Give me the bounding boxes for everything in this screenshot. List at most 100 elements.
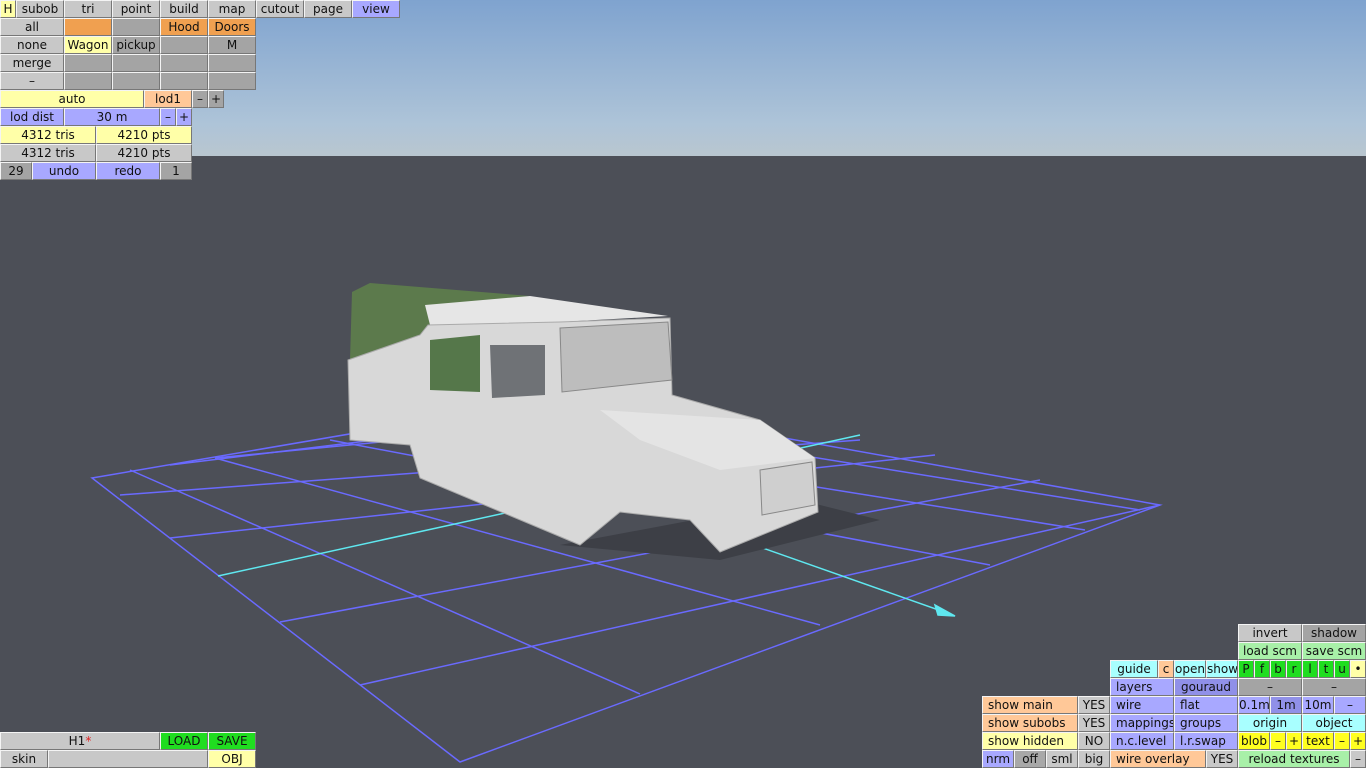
show-subobs-toggle[interactable]: YES [1078,714,1110,732]
subob-slot[interactable] [160,72,208,90]
gouraud-button[interactable]: gouraud [1174,678,1238,696]
open-button[interactable]: open [1174,660,1206,678]
size-nrm-button[interactable]: nrm [982,750,1014,768]
c-button[interactable]: c [1158,660,1174,678]
tab-view[interactable]: view [352,0,400,18]
redo-button[interactable]: redo [96,162,160,180]
subob-slot[interactable] [64,72,112,90]
lod-plus-button[interactable]: + [208,90,224,108]
wire-button[interactable]: wire [1110,696,1174,714]
dash-button[interactable]: – [1238,678,1302,696]
tab-point[interactable]: point [112,0,160,18]
grid-0-1m-button[interactable]: 0.1m [1238,696,1270,714]
undo-button[interactable]: undo [32,162,96,180]
vehicle-window-front [490,345,545,398]
view-u-button[interactable]: u [1334,660,1350,678]
origin-button[interactable]: origin [1238,714,1302,732]
load-button[interactable]: LOAD [160,732,208,750]
obj-button[interactable]: OBJ [208,750,256,768]
subob-slot[interactable] [208,54,256,72]
tab-page[interactable]: page [304,0,352,18]
tab-map[interactable]: map [208,0,256,18]
show-hidden-label: show hidden [982,732,1078,750]
file-name[interactable]: H1* [0,732,160,750]
subob-slot[interactable] [160,36,208,54]
view-l-button[interactable]: l [1302,660,1318,678]
dash-button[interactable]: – [1302,678,1366,696]
reload-minus-button[interactable]: – [1350,750,1366,768]
groups-button[interactable]: groups [1174,714,1238,732]
lod-dist-minus-button[interactable]: – [160,108,176,126]
size-off-button[interactable]: off [1014,750,1046,768]
subob-slot[interactable] [64,54,112,72]
subob-slot[interactable] [112,18,160,36]
save-scm-button[interactable]: save scm [1302,642,1366,660]
invert-button[interactable]: invert [1238,624,1302,642]
dash-button[interactable]: – [0,72,64,90]
vehicle-model [347,283,880,560]
tab-tri[interactable]: tri [64,0,112,18]
mappings-button[interactable]: mappings [1110,714,1174,732]
skin-input[interactable] [48,750,208,768]
view-dot-button[interactable]: • [1350,660,1366,678]
blob-plus-button[interactable]: + [1286,732,1302,750]
vehicle-windshield [559,321,673,393]
subob-slot[interactable] [112,54,160,72]
text-plus-button[interactable]: + [1350,732,1366,750]
show-main-toggle[interactable]: YES [1078,696,1110,714]
subob-hood[interactable]: Hood [160,18,208,36]
text-button[interactable]: text [1302,732,1334,750]
subob-m[interactable]: M [208,36,256,54]
object-button[interactable]: object [1302,714,1366,732]
size-big-button[interactable]: big [1078,750,1110,768]
grid-dash-button[interactable]: – [1334,696,1366,714]
subob-slot[interactable] [160,54,208,72]
lod-dist-plus-button[interactable]: + [176,108,192,126]
text-minus-button[interactable]: – [1334,732,1350,750]
lod-dist-value[interactable]: 30 m [64,108,160,126]
file-name-text: H1 [68,734,86,748]
tab-h[interactable]: H [0,0,16,18]
save-button[interactable]: SAVE [208,732,256,750]
shadow-button[interactable]: shadow [1302,624,1366,642]
tab-build[interactable]: build [160,0,208,18]
lr-swap-button[interactable]: l.r.swap [1174,732,1238,750]
lod-level[interactable]: lod1 [144,90,192,108]
view-t-button[interactable]: t [1318,660,1334,678]
subob-slot[interactable] [112,72,160,90]
layers-button[interactable]: layers [1110,678,1174,696]
blob-button[interactable]: blob [1238,732,1270,750]
tab-cutout[interactable]: cutout [256,0,304,18]
view-p-button[interactable]: P [1238,660,1254,678]
lod-auto-button[interactable]: auto [0,90,144,108]
size-sml-button[interactable]: sml [1046,750,1078,768]
view-b-button[interactable]: b [1270,660,1286,678]
selected-tris: 4312 tris [0,126,96,144]
view-f-button[interactable]: f [1254,660,1270,678]
subob-slot[interactable] [208,72,256,90]
select-none-button[interactable]: none [0,36,64,54]
select-all-button[interactable]: all [0,18,64,36]
subob-slot[interactable] [64,18,112,36]
subob-wagon[interactable]: Wagon [64,36,112,54]
subob-pickup[interactable]: pickup [112,36,160,54]
show-button[interactable]: show [1206,660,1238,678]
reload-textures-button[interactable]: reload textures [1238,750,1350,768]
viewport-3d[interactable] [0,0,1366,768]
flat-button[interactable]: flat [1174,696,1238,714]
subob-doors[interactable]: Doors [208,18,256,36]
wire-overlay-toggle[interactable]: YES [1206,750,1238,768]
blob-minus-button[interactable]: – [1270,732,1286,750]
load-scm-button[interactable]: load scm [1238,642,1302,660]
guide-button[interactable]: guide [1110,660,1158,678]
view-r-button[interactable]: r [1286,660,1302,678]
lod-minus-button[interactable]: – [192,90,208,108]
grid-1m-button[interactable]: 1m [1270,696,1302,714]
tab-subob[interactable]: subob [16,0,64,18]
grid-10m-button[interactable]: 10m [1302,696,1334,714]
show-main-label: show main [982,696,1078,714]
nc-level-button[interactable]: n.c.level [1110,732,1174,750]
lod-dist-label: lod dist [0,108,64,126]
show-hidden-toggle[interactable]: NO [1078,732,1110,750]
merge-button[interactable]: merge [0,54,64,72]
